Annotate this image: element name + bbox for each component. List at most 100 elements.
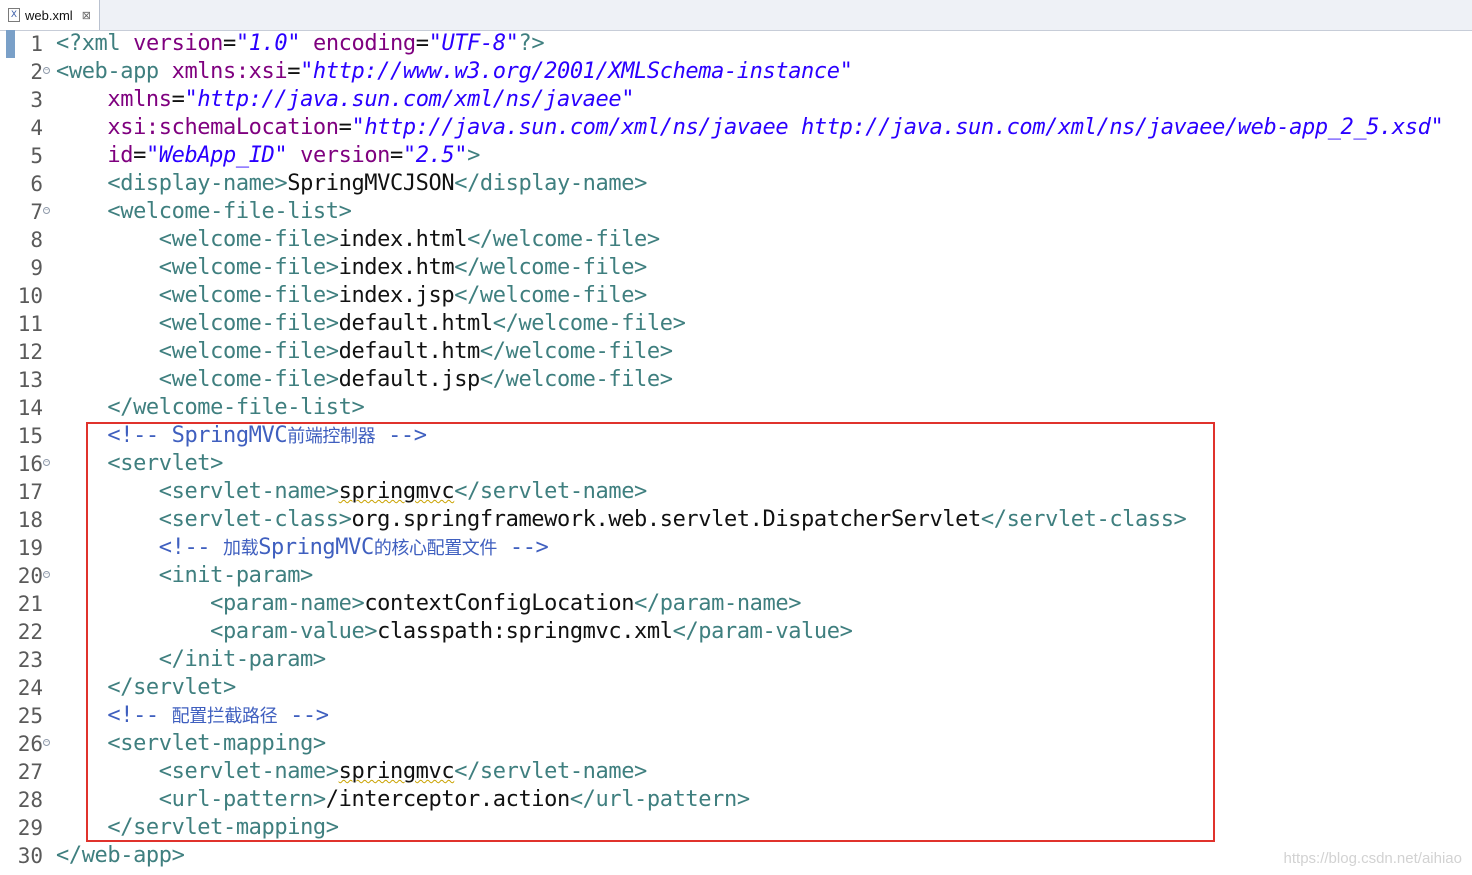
fold-toggle-icon[interactable]: − <box>43 207 50 214</box>
line-number: 6 <box>30 172 43 196</box>
code-token: SpringMVC <box>258 535 374 560</box>
code-text: </servlet-mapping> <box>56 814 339 842</box>
code-token: 加载 <box>223 538 259 559</box>
code-line[interactable]: 15 <!-- SpringMVC前端控制器 --> <box>0 422 1472 450</box>
code-token: </servlet> <box>107 675 236 700</box>
code-token: </url-pattern> <box>569 787 750 812</box>
line-number: 19 <box>17 536 43 560</box>
code-line[interactable]: 14 </welcome-file-list> <box>0 394 1472 422</box>
code-line[interactable]: 4 xsi:schemaLocation="http://java.sun.co… <box>0 114 1472 142</box>
xml-file-icon: X <box>8 8 20 22</box>
code-token: </param-name> <box>634 591 802 616</box>
code-token: </welcome-file-list> <box>107 395 365 420</box>
code-line[interactable]: 17 <servlet-name>springmvc</servlet-name… <box>0 478 1472 506</box>
code-line[interactable]: 18 <servlet-class>org.springframework.we… <box>0 506 1472 534</box>
code-token: <welcome-file> <box>158 367 339 392</box>
code-text: <param-name>contextConfigLocation</param… <box>56 590 801 618</box>
code-text: <init-param> <box>56 562 314 590</box>
code-token: <welcome-file> <box>158 283 339 308</box>
code-line[interactable]: 7− <welcome-file-list> <box>0 198 1472 226</box>
fold-toggle-icon[interactable]: − <box>43 739 50 746</box>
code-line[interactable]: 1 <?xml version="1.0" encoding="UTF-8"?> <box>0 30 1472 58</box>
line-number: 14 <box>17 396 43 420</box>
code-text: <param-value>classpath:springmvc.xml</pa… <box>56 618 853 646</box>
code-text: <welcome-file-list> <box>56 198 351 226</box>
code-token: version <box>133 31 224 56</box>
code-line[interactable]: 10 <welcome-file>index.jsp</welcome-file… <box>0 282 1472 310</box>
code-line[interactable]: 6 <display-name>SpringMVCJSON</display-n… <box>0 170 1472 198</box>
line-number: 1 <box>30 32 43 56</box>
code-line[interactable]: 9 <welcome-file>index.htm</welcome-file> <box>0 254 1472 282</box>
line-number: 17 <box>17 480 43 504</box>
code-line[interactable]: 23 </init-param> <box>0 646 1472 674</box>
code-line[interactable]: 16− <servlet> <box>0 450 1472 478</box>
code-token: springmvc <box>338 759 455 784</box>
code-text: <servlet-class>org.springframework.web.s… <box>56 506 1187 534</box>
fold-toggle-icon[interactable]: − <box>43 571 50 578</box>
code-text: </web-app> <box>56 842 185 870</box>
line-number: 9 <box>30 256 43 280</box>
code-line[interactable]: 29 </servlet-mapping> <box>0 814 1472 842</box>
code-line[interactable]: 25 <!-- 配置拦截路径 --> <box>0 702 1472 730</box>
line-number: 12 <box>17 340 43 364</box>
code-token: <url-pattern> <box>158 787 326 812</box>
code-line[interactable]: 11 <welcome-file>default.html</welcome-f… <box>0 310 1472 338</box>
code-token: --> <box>277 703 329 728</box>
tab-web-xml[interactable]: X web.xml ⊠ <box>0 0 100 30</box>
code-line[interactable]: 2− <web-app xmlns:xsi="http://www.w3.org/… <box>0 58 1472 86</box>
line-number: 21 <box>17 592 43 616</box>
fold-toggle-icon[interactable]: − <box>43 459 50 466</box>
code-token: </servlet-mapping> <box>107 815 339 840</box>
code-line[interactable]: 26− <servlet-mapping> <box>0 730 1472 758</box>
code-line[interactable]: 24 </servlet> <box>0 674 1472 702</box>
code-token: "WebApp_ID" <box>145 143 288 168</box>
code-line[interactable]: 5 id="WebApp_ID" version="2.5"> <box>0 142 1472 170</box>
code-token: <welcome-file> <box>158 227 339 252</box>
code-text: <!-- 配置拦截路径 --> <box>56 702 329 731</box>
code-text: </servlet> <box>56 674 236 702</box>
code-token: <welcome-file> <box>158 339 339 364</box>
code-line[interactable]: 30 </web-app> <box>0 842 1472 870</box>
code-text: xmlns="http://java.sun.com/xml/ns/javaee… <box>56 86 634 114</box>
code-token: --> <box>497 535 549 560</box>
code-line[interactable]: 8 <welcome-file>index.html</welcome-file… <box>0 226 1472 254</box>
code-line[interactable]: 22 <param-value>classpath:springmvc.xml<… <box>0 618 1472 646</box>
code-text: <web-app xmlns:xsi="http://www.w3.org/20… <box>56 58 853 86</box>
code-token: </init-param> <box>158 647 326 672</box>
line-number: 30 <box>17 844 43 868</box>
close-icon[interactable]: ⊠ <box>82 9 91 22</box>
code-token: classpath:springmvc.xml <box>377 619 673 644</box>
code-token: "1.0" <box>235 31 301 56</box>
code-token: "http://www.w3.org/2001/XMLSchema-instan… <box>300 59 853 84</box>
code-token: default.htm <box>338 339 481 364</box>
code-token: springmvc <box>338 479 455 504</box>
code-token: </welcome-file> <box>454 255 647 280</box>
line-number: 27 <box>17 760 43 784</box>
code-line[interactable]: 21 <param-name>contextConfigLocation</pa… <box>0 590 1472 618</box>
code-token: </param-value> <box>672 619 853 644</box>
fold-toggle-icon[interactable]: − <box>43 67 50 74</box>
code-line[interactable]: 28 <url-pattern>/interceptor.action</url… <box>0 786 1472 814</box>
code-line[interactable]: 12 <welcome-file>default.htm</welcome-fi… <box>0 338 1472 366</box>
code-line[interactable]: 3 xmlns="http://java.sun.com/xml/ns/java… <box>0 86 1472 114</box>
code-text: <!-- SpringMVC前端控制器 --> <box>56 422 427 451</box>
code-text: </init-param> <box>56 646 326 674</box>
code-text: </welcome-file-list> <box>56 394 364 422</box>
code-token: <servlet-mapping> <box>107 731 326 756</box>
code-token: 的核心配置文件 <box>373 538 498 559</box>
code-editor[interactable]: 1 <?xml version="1.0" encoding="UTF-8"?> 2… <box>0 30 1472 875</box>
line-number: 20 <box>17 564 43 588</box>
code-line[interactable]: 19 <!-- 加载SpringMVC的核心配置文件 --> <box>0 534 1472 562</box>
code-line[interactable]: 27 <servlet-name>springmvc</servlet-name… <box>0 758 1472 786</box>
code-token: 配置拦截路径 <box>171 706 278 727</box>
code-line[interactable]: 13 <welcome-file>default.jsp</welcome-fi… <box>0 366 1472 394</box>
code-line[interactable]: 20− <init-param> <box>0 562 1472 590</box>
